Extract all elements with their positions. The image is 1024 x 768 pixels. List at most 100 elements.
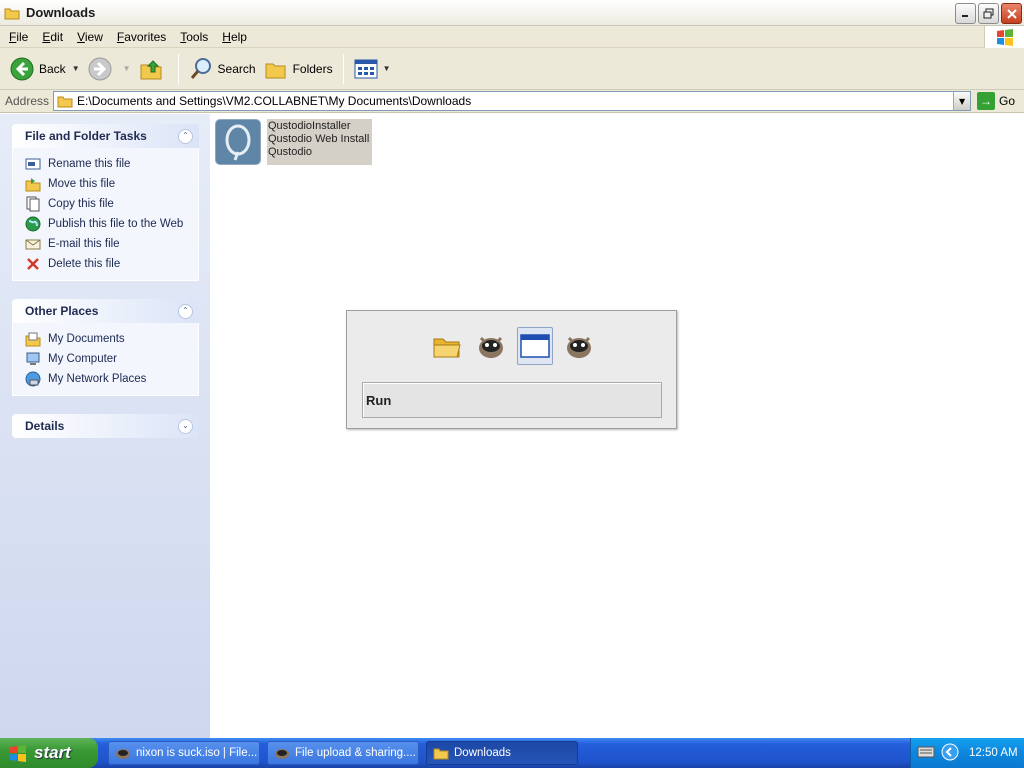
file-description: Qustodio Web Install — [268, 133, 370, 145]
email-icon — [25, 236, 41, 252]
search-icon — [190, 57, 211, 79]
file-name: QustodioInstaller — [268, 120, 351, 132]
raccoon-icon — [479, 336, 503, 358]
task-publish-web[interactable]: Publish this file to the Web — [25, 214, 198, 234]
network-icon — [25, 371, 41, 387]
windows-logo-icon — [10, 745, 26, 762]
clock: 12:50 AM — [969, 747, 1018, 759]
task-label: Publish this file to the Web — [48, 218, 184, 230]
minimize-button[interactable] — [955, 3, 976, 24]
collapse-icon[interactable]: ⌃ — [178, 128, 193, 144]
windows-logo-icon — [984, 26, 1024, 48]
place-my-documents[interactable]: My Documents — [25, 329, 198, 349]
run-window-item[interactable] — [517, 327, 553, 365]
task-label: Move this file — [48, 178, 116, 190]
task-label: E-mail this file — [48, 238, 120, 250]
globe-icon — [25, 216, 41, 232]
keyboard-icon[interactable] — [917, 746, 935, 761]
collapse-icon[interactable]: ⌃ — [178, 303, 193, 319]
show-hidden-icons-button[interactable] — [941, 743, 959, 764]
taskbar: start nixon is suck.iso | File... File u… — [0, 738, 1024, 768]
folder-icon — [57, 96, 73, 108]
task-rename-file[interactable]: Rename this file — [25, 154, 198, 174]
place-label: My Computer — [48, 353, 118, 365]
forward-button[interactable]: ▼ — [84, 52, 135, 86]
search-button[interactable]: Search — [185, 52, 260, 86]
file-item-qustodio-installer[interactable]: QustodioInstaller Qustodio Web Install Q… — [215, 119, 373, 165]
views-icon — [354, 59, 378, 78]
menu-view[interactable]: View — [70, 30, 110, 44]
chevron-down-icon[interactable]: ▼ — [123, 64, 131, 73]
close-button[interactable] — [1001, 3, 1022, 24]
selected-window-title: Run — [362, 382, 662, 418]
task-move-file[interactable]: Move this file — [25, 174, 198, 194]
qustodio-app-icon — [215, 119, 261, 165]
place-my-computer[interactable]: My Computer — [25, 349, 198, 369]
address-input[interactable]: E:\Documents and Settings\VM2.COLLABNET\… — [53, 91, 972, 111]
search-label: Search — [217, 61, 256, 76]
go-label: Go — [999, 94, 1016, 108]
file-folder-tasks-panel: File and Folder Tasks ⌃ Rename this file… — [12, 124, 199, 281]
window-title: Downloads — [26, 5, 96, 20]
back-label: Back — [39, 61, 66, 76]
go-button[interactable]: → Go — [977, 92, 1015, 110]
toolbar-divider — [342, 53, 344, 84]
address-label: Address — [5, 94, 50, 108]
address-bar: Address E:\Documents and Settings\VM2.CO… — [0, 90, 1024, 113]
place-my-network-places[interactable]: My Network Places — [25, 369, 198, 389]
chevron-down-icon[interactable]: ▼ — [383, 64, 391, 73]
details-header[interactable]: Details ⌄ — [12, 414, 199, 438]
views-button[interactable]: ▼ — [350, 52, 395, 86]
title-bar[interactable]: Downloads — [0, 0, 1024, 26]
expand-icon[interactable]: ⌄ — [178, 418, 193, 434]
file-folder-tasks-header[interactable]: File and Folder Tasks ⌃ — [12, 124, 199, 148]
toolbar: Back ▼ ▼ Search Folders ▼ — [0, 48, 1024, 90]
task-copy-file[interactable]: Copy this file — [25, 194, 198, 214]
folders-label: Folders — [292, 61, 333, 76]
my-documents-icon — [25, 331, 41, 347]
menu-file[interactable]: File — [2, 30, 35, 44]
taskbar-item-label: nixon is suck.iso | File... — [136, 747, 258, 759]
folder-window-item[interactable] — [429, 327, 465, 365]
menu-tools[interactable]: Tools — [173, 30, 215, 44]
taskbar-item-file-upload[interactable]: File upload & sharing.... — [267, 741, 419, 765]
taskbar-item-downloads[interactable]: Downloads — [426, 741, 578, 765]
window-icon — [520, 334, 550, 358]
menu-bar: File Edit View Favorites Tools Help — [0, 26, 1024, 48]
menu-help[interactable]: Help — [215, 30, 254, 44]
delete-x-icon — [25, 256, 41, 272]
taskbar-item-nixon-iso[interactable]: nixon is suck.iso | File... — [108, 741, 260, 765]
task-email-file[interactable]: E-mail this file — [25, 234, 198, 254]
move-icon — [25, 176, 41, 192]
go-arrow-icon: → — [977, 92, 996, 110]
back-arrow-icon — [10, 57, 34, 80]
firefox-window-item-2[interactable] — [561, 327, 597, 365]
other-places-header[interactable]: Other Places ⌃ — [12, 299, 199, 323]
task-pane: File and Folder Tasks ⌃ Rename this file… — [0, 114, 210, 738]
up-folder-icon — [140, 59, 162, 79]
up-folder-button[interactable] — [135, 52, 172, 86]
system-tray: 12:50 AM — [910, 738, 1024, 768]
folder-icon — [4, 6, 20, 20]
taskbar-item-label: Downloads — [454, 747, 511, 759]
raccoon-icon — [567, 336, 591, 358]
restore-button[interactable] — [978, 3, 999, 24]
folders-button[interactable]: Folders — [260, 52, 337, 86]
address-dropdown-button[interactable]: ▼ — [953, 92, 971, 110]
taskbar-item-label: File upload & sharing.... — [295, 747, 416, 759]
chevron-down-icon[interactable]: ▼ — [72, 64, 80, 73]
panel-title: Other Places — [25, 304, 99, 318]
place-label: My Network Places — [48, 373, 147, 385]
open-folder-icon — [433, 338, 461, 358]
raccoon-icon — [115, 745, 131, 761]
rename-icon — [25, 156, 41, 172]
panel-title: File and Folder Tasks — [25, 129, 147, 143]
menu-edit[interactable]: Edit — [35, 30, 70, 44]
menu-favorites[interactable]: Favorites — [110, 30, 173, 44]
folders-icon — [265, 63, 286, 78]
firefox-window-item[interactable] — [473, 327, 509, 365]
task-delete-file[interactable]: Delete this file — [25, 254, 198, 274]
place-label: My Documents — [48, 333, 125, 345]
start-button[interactable]: start — [0, 738, 98, 768]
back-button[interactable]: Back ▼ — [6, 52, 84, 86]
